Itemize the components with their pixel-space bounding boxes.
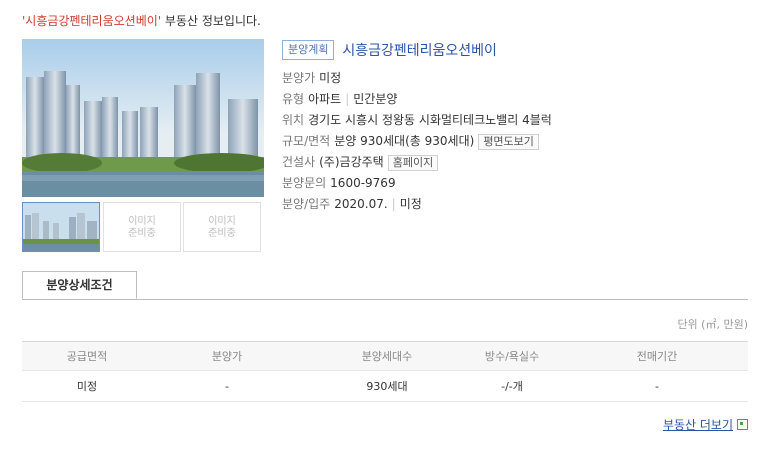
property-title[interactable]: 시흥금강펜테리움오션베이 [342,43,497,59]
schedule-label: 분양/입주 [282,197,331,211]
cell-sale-price: - [225,379,229,393]
price-label: 분양가 [282,71,316,85]
intro-suffix: 부동산 정보입니다. [164,14,261,28]
size-value: 분양 930세대(총 930세대) [334,134,475,148]
page-intro: '시흥금강펜테리움오션베이' 부동산 정보입니다. [22,12,261,29]
sale-details-table: 공급면적 분양가 분양세대수 방수/욕실수 전매기간 미정 - 930세대 -/… [22,341,748,402]
size-row: 규모/면적 분양 930세대(총 930세대) 평면도보기 [282,133,539,150]
type-label: 유형 [282,92,305,106]
homepage-button[interactable]: 홈페이지 [387,155,439,171]
header-rooms-baths: 방수/욕실수 [484,350,540,363]
image-pending-text: 이미지 준비중 [128,216,156,239]
type-row: 유형 아파트 | 민간분양 [282,92,398,106]
price-value: 미정 [319,71,342,85]
image-pending-text: 이미지 준비중 [208,216,236,239]
table-row: 미정 - 930세대 -/-개 - [22,371,748,402]
cell-resale-period: - [655,379,659,393]
move-in-value: 미정 [399,197,422,211]
supply-type-value: 민간분양 [353,92,398,106]
status-badge: 분양계획 [282,40,335,60]
inquiry-value: 1600-9769 [330,176,396,190]
header-units: 분양세대수 [361,350,413,363]
header-resale-period: 전매기간 [636,350,678,363]
location-value: 경기도 시흥시 정왕동 시화멀티테크노밸리 4블럭 [308,113,552,127]
price-row: 분양가 미정 [282,70,341,86]
builder-row: 건설사 (주)금강주택 홈페이지 [282,154,439,171]
external-link-icon [737,419,748,430]
header-supply-area: 공급면적 [66,350,108,363]
floorplan-button[interactable]: 평면도보기 [478,134,539,150]
schedule-row: 분양/입주 2020.07. | 미정 [282,197,422,211]
main-photo[interactable] [22,39,264,197]
inquiry-label: 분양문의 [282,176,327,190]
inquiry-row: 분양문의 1600-9769 [282,175,396,191]
unit-note: 단위 (㎡, 만원) [677,318,748,331]
builder-value: (주)금강주택 [319,155,384,169]
thumbnail-placeholder: 이미지 준비중 [103,202,181,252]
table-header: 공급면적 분양가 분양세대수 방수/욕실수 전매기간 [22,341,748,371]
tab-sale-details[interactable]: 분양상세조건 [22,271,137,299]
header-sale-price: 분양가 [211,350,243,363]
tab-bar: 분양상세조건 [22,271,748,300]
sale-date-value: 2020.07. [334,197,388,211]
builder-label: 건설사 [282,155,316,169]
cell-supply-area: 미정 [76,380,98,393]
location-label: 위치 [282,113,305,127]
more-link-text: 부동산 더보기 [662,418,733,432]
thumbnail-placeholder: 이미지 준비중 [183,202,261,252]
location-row: 위치 경기도 시흥시 정왕동 시화멀티테크노밸리 4블럭 [282,112,552,128]
thumbnail-photo[interactable] [22,202,100,252]
cell-rooms-baths: -/-개 [501,380,523,393]
size-label: 규모/면적 [282,134,331,148]
complex-name-quoted: '시흥금강펜테리움오션베이' [22,14,162,28]
cell-units: 930세대 [366,380,408,393]
more-real-estate-link[interactable]: 부동산 더보기 [663,416,748,433]
type-value: 아파트 [308,92,342,106]
